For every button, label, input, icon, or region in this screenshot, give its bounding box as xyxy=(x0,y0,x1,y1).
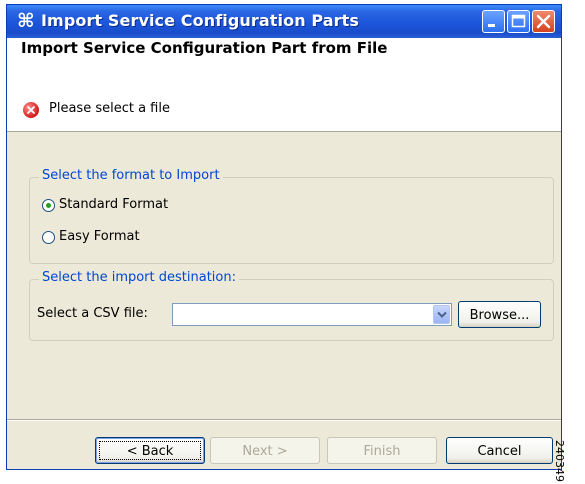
easy-format-label[interactable]: Easy Format xyxy=(59,229,140,244)
footer-divider-highlight xyxy=(7,420,561,421)
close-button[interactable] xyxy=(532,10,555,33)
back-button[interactable]: < Back xyxy=(95,437,205,464)
format-group xyxy=(29,177,554,264)
csv-file-combo[interactable] xyxy=(172,303,452,326)
destination-group-legend: Select the import destination: xyxy=(39,270,239,285)
radio-selected-dot xyxy=(46,203,51,208)
standard-format-label[interactable]: Standard Format xyxy=(59,197,168,212)
focus-ring xyxy=(99,441,201,460)
header-divider xyxy=(7,131,561,132)
maximize-icon xyxy=(511,14,526,28)
close-icon xyxy=(536,14,551,29)
maximize-button[interactable] xyxy=(507,10,530,33)
minimize-button[interactable] xyxy=(482,10,505,33)
import-dialog-window: ⌘ Import Service Configuration Parts Imp… xyxy=(6,4,562,470)
next-button[interactable]: Next > xyxy=(210,437,320,464)
dropdown-button[interactable] xyxy=(433,305,450,324)
error-message: Please select a file xyxy=(49,101,170,116)
standard-format-radio[interactable] xyxy=(42,199,55,212)
browse-button[interactable]: Browse... xyxy=(458,301,541,328)
finish-button[interactable]: Finish xyxy=(327,437,437,464)
easy-format-radio[interactable] xyxy=(42,231,55,244)
csv-file-label: Select a CSV file: xyxy=(37,306,148,321)
window-title: Import Service Configuration Parts xyxy=(41,11,360,30)
page-title: Import Service Configuration Part from F… xyxy=(21,39,388,57)
title-bar[interactable]: ⌘ Import Service Configuration Parts xyxy=(7,5,561,38)
format-group-legend: Select the format to Import xyxy=(39,168,223,183)
cancel-button[interactable]: Cancel xyxy=(446,437,553,464)
chevron-down-icon xyxy=(437,311,447,318)
error-icon xyxy=(23,102,39,118)
figure-id: 240349 xyxy=(553,440,566,482)
minimize-icon xyxy=(488,24,495,27)
app-icon: ⌘ xyxy=(17,10,35,32)
